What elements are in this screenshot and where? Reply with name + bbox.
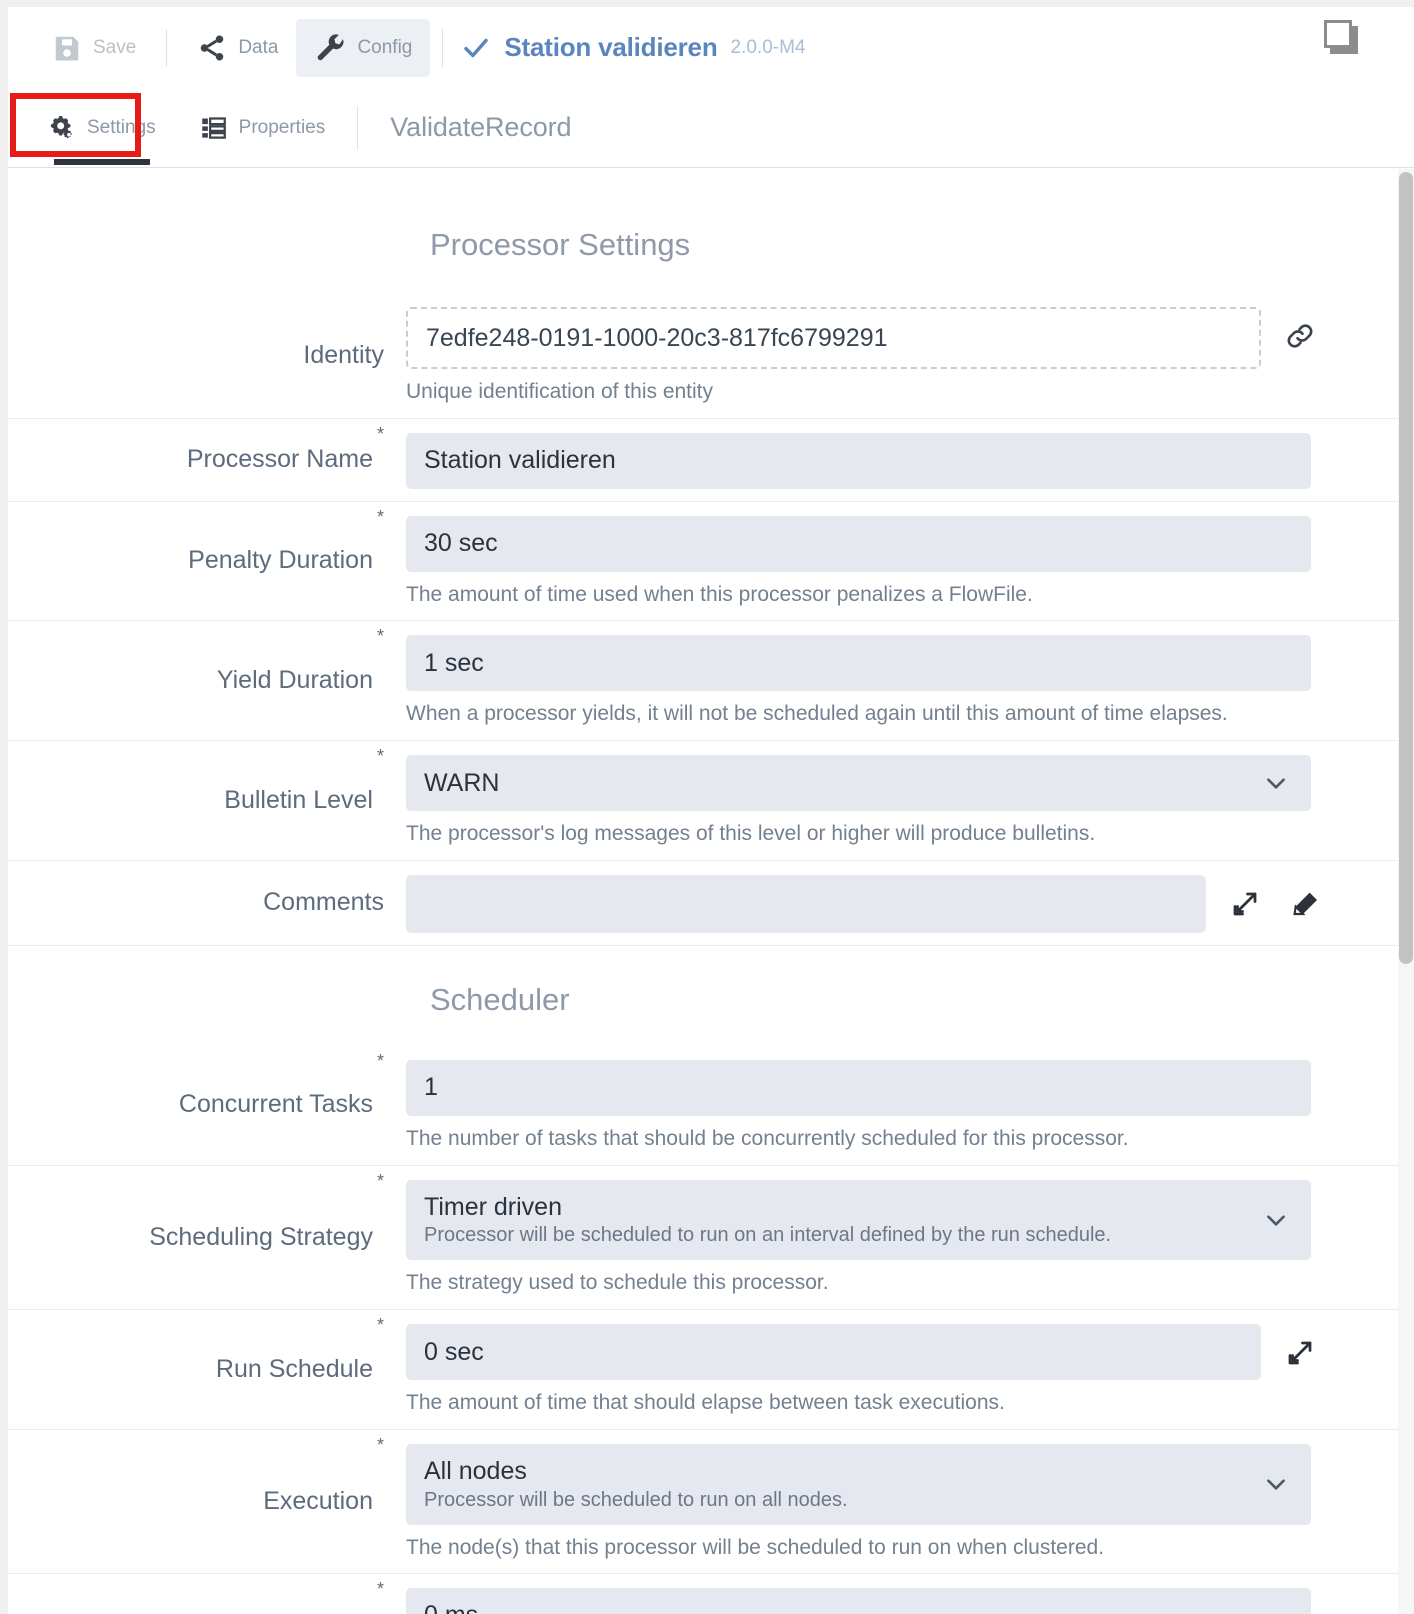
scheduling-strategy-value: Timer driven xyxy=(424,1192,562,1221)
run-schedule-label: Run Schedule * xyxy=(215,1315,384,1383)
execution-select[interactable]: All nodes Processor will be scheduled to… xyxy=(406,1443,1311,1525)
wrench-icon xyxy=(314,32,346,64)
config-label: Config xyxy=(357,36,413,58)
config-button[interactable]: Config xyxy=(296,18,431,77)
field-row-penalty-duration: Penalty Duration * 30 sec The amount of … xyxy=(8,502,1398,622)
field-row-yield-duration: Yield Duration * 1 sec When a processor … xyxy=(8,621,1398,742)
processor-name-label: Processor Name * xyxy=(186,423,384,473)
run-duration-label: Run Duration * xyxy=(226,1579,384,1614)
processor-name-input[interactable]: Station validieren xyxy=(406,432,1311,489)
identity-input[interactable]: 7edfe248-0191-1000-20c3-817fc6799291 xyxy=(406,307,1261,369)
window-restore-front xyxy=(1324,20,1352,48)
share-icon xyxy=(197,33,227,63)
window-left-strip xyxy=(0,0,8,1614)
field-row-concurrent-tasks: Concurrent Tasks * 1 The number of tasks… xyxy=(8,1046,1398,1166)
processor-type-label: ValidateRecord xyxy=(390,112,572,142)
field-row-execution: Execution * All nodes Processor will be … xyxy=(8,1430,1398,1575)
page-title: Station validieren xyxy=(504,32,718,62)
scheduler-heading: Scheduler xyxy=(430,981,570,1017)
save-button[interactable]: Save xyxy=(34,19,154,77)
chevron-down-icon xyxy=(1263,1471,1289,1497)
settings-form-scroll-area: Processor Settings Identity 7edfe248-019… xyxy=(8,169,1398,1614)
bulletin-level-hint: The processor's log messages of this lev… xyxy=(406,822,1096,846)
comments-label: Comments xyxy=(263,888,384,917)
tab-settings-label: Settings xyxy=(87,116,156,138)
main-toolbar: Save Data Config Station validieren 2.0.… xyxy=(8,7,1414,88)
processor-title-group: Station validieren 2.0.0-M4 xyxy=(461,32,805,63)
vertical-scrollbar-thumb[interactable] xyxy=(1399,172,1413,964)
scheduling-strategy-select[interactable]: Timer driven Processor will be scheduled… xyxy=(406,1179,1311,1261)
gears-icon xyxy=(48,114,75,141)
tab-properties[interactable]: Properties xyxy=(178,89,348,167)
check-icon xyxy=(461,33,491,63)
version-label: 2.0.0-M4 xyxy=(730,36,806,58)
chevron-down-icon xyxy=(1263,1207,1289,1233)
data-button[interactable]: Data xyxy=(179,19,296,77)
toolbar-divider-1 xyxy=(166,28,168,67)
tab-divider xyxy=(357,105,359,150)
field-row-processor-name: Processor Name * Station validieren xyxy=(8,419,1398,502)
scheduling-strategy-label: Scheduling Strategy * xyxy=(149,1170,384,1251)
execution-value: All nodes xyxy=(424,1456,527,1485)
yield-duration-input[interactable]: 1 sec xyxy=(406,635,1311,692)
chevron-down-icon xyxy=(1263,770,1289,796)
save-label: Save xyxy=(93,36,137,58)
save-icon xyxy=(52,33,82,63)
yield-duration-label: Yield Duration * xyxy=(216,626,384,695)
processor-settings-heading: Processor Settings xyxy=(430,227,691,262)
concurrent-tasks-input[interactable]: 1 xyxy=(406,1059,1311,1116)
window-top-strip xyxy=(0,0,1414,7)
tab-properties-label: Properties xyxy=(238,116,326,138)
comments-input[interactable] xyxy=(406,874,1206,933)
concurrent-tasks-hint: The number of tasks that should be concu… xyxy=(406,1126,1129,1150)
concurrent-tasks-label: Concurrent Tasks * xyxy=(178,1050,384,1119)
penalty-duration-input[interactable]: 30 sec xyxy=(406,515,1311,572)
run-duration-select[interactable]: 0 ms Lower latency xyxy=(406,1588,1311,1614)
copy-link-icon[interactable] xyxy=(1279,315,1321,357)
scheduling-strategy-hint: The strategy used to schedule this proce… xyxy=(406,1271,829,1295)
eraser-icon[interactable] xyxy=(1284,883,1326,925)
toolbar-divider-2 xyxy=(442,28,444,67)
scheduling-strategy-subtext: Processor will be scheduled to run on an… xyxy=(424,1224,1112,1247)
config-tab-bar: Settings Properties ValidateRecord xyxy=(8,88,1414,168)
execution-subtext: Processor will be scheduled to run on al… xyxy=(424,1488,848,1511)
field-row-run-duration: Run Duration * 0 ms Lower latency xyxy=(8,1574,1398,1614)
field-row-run-schedule: Run Schedule * 0 sec The amount of time … xyxy=(8,1310,1398,1430)
run-schedule-input[interactable]: 0 sec xyxy=(406,1324,1261,1381)
expand-icon[interactable] xyxy=(1279,1332,1321,1374)
bulletin-level-value: WARN xyxy=(424,768,500,797)
list-icon xyxy=(200,114,227,141)
field-row-comments: Comments xyxy=(8,861,1398,946)
penalty-duration-label: Penalty Duration * xyxy=(188,506,384,575)
penalty-duration-hint: The amount of time used when this proces… xyxy=(406,582,1033,606)
window-restore-icon[interactable] xyxy=(1324,20,1358,54)
run-schedule-hint: The amount of time that should elapse be… xyxy=(406,1391,1005,1415)
expand-icon[interactable] xyxy=(1224,883,1266,925)
processor-config-window: Save Data Config Station validieren 2.0.… xyxy=(0,0,1414,1614)
execution-label: Execution * xyxy=(263,1434,384,1515)
field-row-bulletin-level: Bulletin Level * WARN The processor's lo… xyxy=(8,741,1398,861)
yield-duration-hint: When a processor yields, it will not be … xyxy=(406,702,1228,726)
execution-hint: The node(s) that this processor will be … xyxy=(406,1535,1105,1559)
data-label: Data xyxy=(238,36,279,58)
field-row-identity: Identity 7edfe248-0191-1000-20c3-817fc67… xyxy=(8,293,1398,419)
tab-settings[interactable]: Settings xyxy=(26,89,178,167)
identity-hint: Unique identification of this entity xyxy=(406,380,714,403)
identity-label: Identity xyxy=(303,340,384,369)
bulletin-level-select[interactable]: WARN xyxy=(406,755,1311,812)
run-duration-value: 0 ms xyxy=(424,1601,547,1614)
field-row-scheduling-strategy: Scheduling Strategy * Timer driven Proce… xyxy=(8,1166,1398,1311)
bulletin-level-label: Bulletin Level * xyxy=(224,746,384,814)
